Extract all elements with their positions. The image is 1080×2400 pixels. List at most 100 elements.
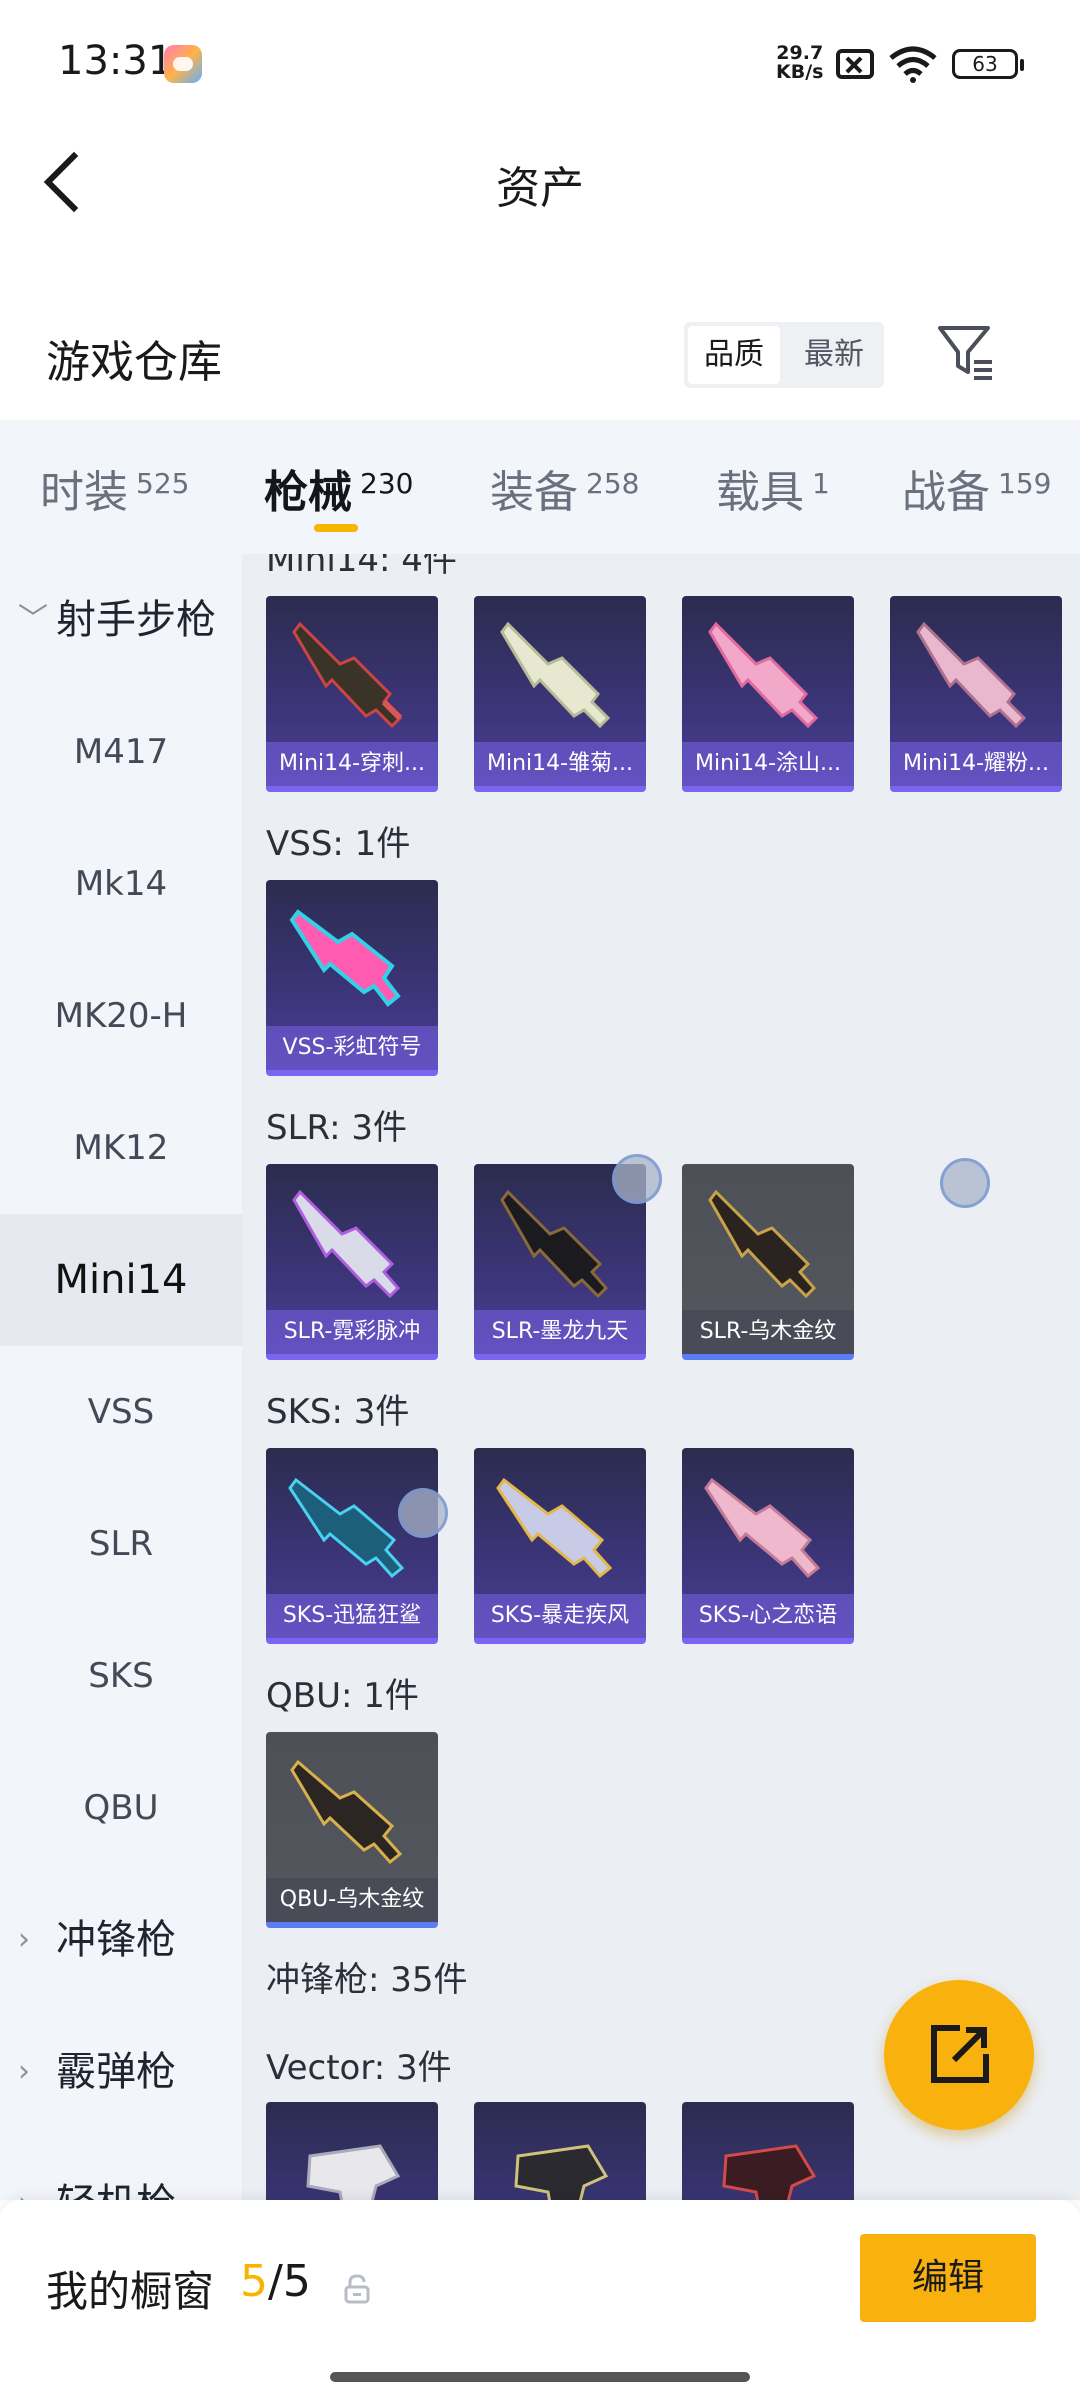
category-header-vector: Vector: 3件 bbox=[266, 2048, 452, 2088]
sidebar-item-mk12[interactable]: MK12 bbox=[0, 1082, 242, 1214]
tab-label: 枪械 bbox=[264, 467, 352, 518]
category-header-vss: VSS: 1件 bbox=[266, 824, 411, 864]
sidebar-item-sks[interactable]: SKS bbox=[0, 1610, 242, 1742]
category-header-mini14: Mini14: 4件 bbox=[266, 554, 457, 580]
sidebar-item-slr[interactable]: SLR bbox=[0, 1478, 242, 1610]
smg-icon bbox=[306, 2144, 401, 2200]
skin-card[interactable] bbox=[474, 2102, 646, 2200]
sidebar-item-mk14[interactable]: Mk14 bbox=[0, 818, 242, 950]
section-title: 游戏仓库 bbox=[46, 337, 222, 388]
showcase-bar: 我的橱窗 5/5 编辑 bbox=[0, 2200, 1080, 2400]
skin-card[interactable]: Mini14-涂山... bbox=[682, 596, 854, 792]
skin-card[interactable] bbox=[682, 2102, 854, 2200]
chevron-right-icon: › bbox=[18, 1922, 30, 1957]
skin-card[interactable]: SKS-暴走疾风 bbox=[474, 1448, 646, 1644]
skin-name: Mini14-耀粉... bbox=[890, 742, 1062, 786]
share-icon bbox=[931, 2025, 989, 2083]
skin-card[interactable]: Mini14-穿刺... bbox=[266, 596, 438, 792]
chevron-right-icon: › bbox=[18, 2054, 30, 2089]
touch-indicator bbox=[398, 1488, 448, 1538]
skin-name: SKS-迅猛狂鲨 bbox=[266, 1594, 438, 1638]
skin-card[interactable]: VSS-彩虹符号 bbox=[266, 880, 438, 1076]
sidebar-group-shotgun[interactable]: › 霰弹枪 bbox=[0, 2006, 242, 2138]
status-bar: 13:31 29.7 KB/s 63 bbox=[0, 0, 1080, 130]
category-header-qbu: QBU: 1件 bbox=[266, 1676, 419, 1716]
sort-option-quality[interactable]: 品质 bbox=[688, 326, 780, 384]
rifle-icon bbox=[292, 621, 403, 729]
rifle-icon bbox=[500, 621, 611, 729]
edit-button[interactable]: 编辑 bbox=[860, 2234, 1036, 2322]
app-icon bbox=[164, 45, 202, 83]
sidebar-group-label: 轻机枪 bbox=[56, 2181, 176, 2200]
skin-card[interactable]: SKS-迅猛狂鲨 bbox=[266, 1448, 438, 1644]
share-button[interactable] bbox=[884, 1980, 1034, 2130]
filter-icon[interactable] bbox=[936, 322, 996, 382]
sidebar-group-label: 射手步枪 bbox=[56, 597, 216, 643]
wifi-icon bbox=[889, 46, 937, 83]
tab-count: 1 bbox=[812, 467, 830, 500]
page-title: 资产 bbox=[496, 163, 584, 214]
rifle-icon bbox=[708, 621, 819, 729]
skin-name: SLR-乌木金纹 bbox=[682, 1310, 854, 1354]
skin-card[interactable]: SKS-心之恋语 bbox=[682, 1448, 854, 1644]
chevron-down-icon: ﹀ bbox=[18, 602, 48, 637]
tab-supplies[interactable]: 战备 159 bbox=[902, 456, 1051, 520]
touch-indicator bbox=[940, 1158, 990, 1208]
status-time: 13:31 bbox=[58, 38, 174, 84]
skin-name: SLR-霓彩脉冲 bbox=[266, 1310, 438, 1354]
tab-count: 159 bbox=[998, 467, 1052, 500]
sidebar-item-mini14[interactable]: Mini14 bbox=[0, 1214, 242, 1346]
tab-vehicles[interactable]: 载具 1 bbox=[716, 456, 830, 520]
smg-icon bbox=[514, 2144, 609, 2200]
skin-card[interactable] bbox=[266, 2102, 438, 2200]
skin-name: Mini14-涂山... bbox=[682, 742, 854, 786]
rifle-icon bbox=[290, 1759, 403, 1865]
sidebar-group-dmr[interactable]: ﹀ 射手步枪 bbox=[0, 554, 242, 686]
skin-card[interactable]: Mini14-雏菊... bbox=[474, 596, 646, 792]
sidebar-item-vss[interactable]: VSS bbox=[0, 1346, 242, 1478]
weapon-type-sidebar: ﹀ 射手步枪 M417 Mk14 MK20-H MK12 Mini14 VSS … bbox=[0, 554, 242, 2200]
rifle-icon bbox=[496, 1477, 613, 1579]
tab-firearms[interactable]: 枪械 230 bbox=[264, 456, 413, 520]
showcase-count: 5/5 bbox=[240, 2256, 311, 2307]
category-header-slr: SLR: 3件 bbox=[266, 1108, 407, 1148]
sort-toggle: 品质 最新 bbox=[684, 322, 884, 388]
skin-card[interactable]: Mini14-耀粉... bbox=[890, 596, 1062, 792]
home-indicator[interactable] bbox=[330, 2372, 750, 2382]
skin-name: VSS-彩虹符号 bbox=[266, 1026, 438, 1070]
sidebar-item-mk20h[interactable]: MK20-H bbox=[0, 950, 242, 1082]
skin-card[interactable]: SLR-乌木金纹 bbox=[682, 1164, 854, 1360]
sidebar-group-smg[interactable]: › 冲锋枪 bbox=[0, 1874, 242, 2006]
skin-name: SKS-心之恋语 bbox=[682, 1594, 854, 1638]
rifle-icon bbox=[500, 1189, 609, 1299]
tab-fashion[interactable]: 时装 525 bbox=[40, 456, 189, 520]
showcase-count-current: 5 bbox=[240, 2256, 268, 2307]
skin-name: QBU-乌木金纹 bbox=[266, 1878, 438, 1922]
tab-count: 230 bbox=[360, 467, 414, 500]
category-header-smg: 冲锋枪: 35件 bbox=[266, 1960, 468, 2000]
rifle-icon bbox=[916, 621, 1027, 729]
active-tab-indicator bbox=[314, 524, 358, 532]
tab-label: 装备 bbox=[490, 467, 578, 518]
skin-card[interactable]: SLR-霓彩脉冲 bbox=[266, 1164, 438, 1360]
net-speed-unit: KB/s bbox=[776, 61, 824, 83]
skin-name: SKS-暴走疾风 bbox=[474, 1594, 646, 1638]
tab-equipment[interactable]: 装备 258 bbox=[490, 456, 639, 520]
sidebar-item-qbu[interactable]: QBU bbox=[0, 1742, 242, 1874]
sort-option-newest[interactable]: 最新 bbox=[788, 326, 880, 384]
skin-card[interactable]: QBU-乌木金纹 bbox=[266, 1732, 438, 1928]
tab-count: 525 bbox=[136, 467, 190, 500]
sidebar-item-m417[interactable]: M417 bbox=[0, 686, 242, 818]
battery-icon: 63 bbox=[952, 49, 1024, 79]
sidebar-group-label: 冲锋枪 bbox=[56, 1917, 176, 1963]
tab-label: 载具 bbox=[716, 467, 804, 518]
sidebar-group-lmg[interactable]: › 轻机枪 bbox=[0, 2138, 242, 2200]
rifle-icon bbox=[289, 909, 401, 1007]
lock-icon bbox=[344, 2274, 370, 2304]
category-tabs: 时装 525 枪械 230 装备 258 载具 1 战备 159 bbox=[0, 420, 1080, 554]
smg-icon bbox=[722, 2144, 817, 2200]
showcase-count-separator: / bbox=[268, 2256, 283, 2307]
tab-label: 战备 bbox=[902, 467, 990, 518]
tab-count: 258 bbox=[586, 467, 640, 500]
rifle-icon bbox=[704, 1477, 821, 1579]
